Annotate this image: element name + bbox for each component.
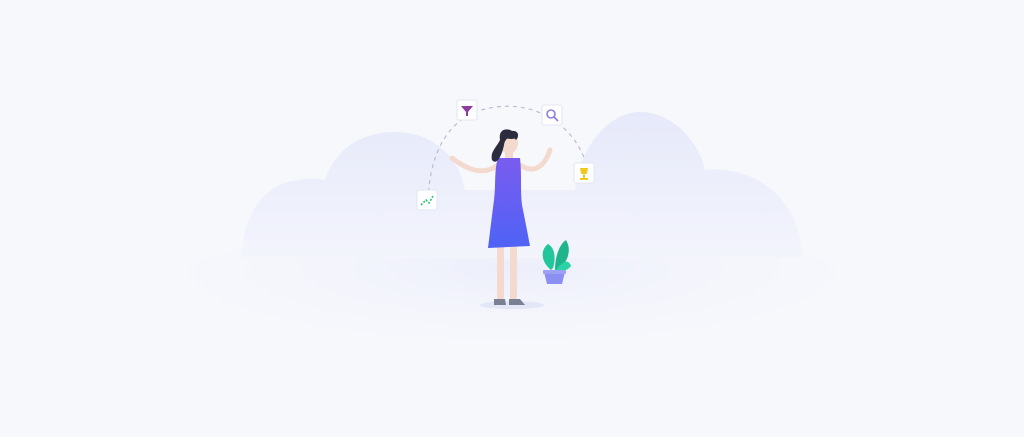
- illustration-canvas: [152, 99, 872, 380]
- empty-state-illustration: [0, 0, 1024, 437]
- magnifier-icon: [541, 104, 563, 126]
- trophy-icon: [573, 162, 595, 184]
- funnel-icon: [456, 99, 478, 121]
- trend-chart-icon: [416, 189, 438, 211]
